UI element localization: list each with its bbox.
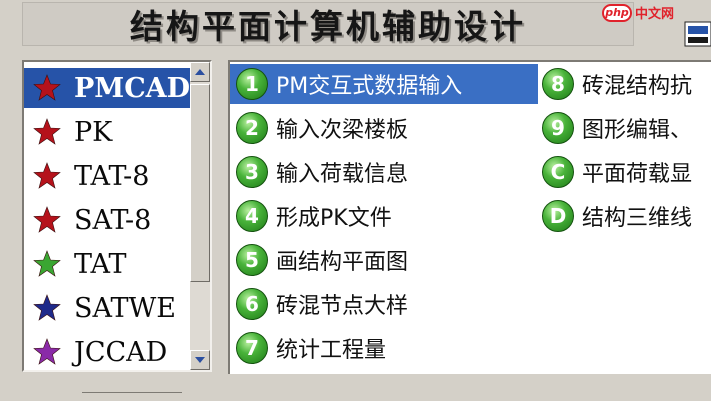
step-badge: 8	[542, 68, 574, 100]
app-window: 结构平面计算机辅助设计 php 中文网 PMCAD PK TAT-8 SAT-8 TAT…	[0, 0, 711, 400]
chevron-up-icon	[195, 69, 205, 75]
function-item-8[interactable]: 8 砖混结构抗	[536, 64, 711, 104]
program-item-tat-8[interactable]: TAT-8	[24, 156, 190, 196]
star-icon	[33, 118, 61, 145]
program-label: JCCAD	[74, 336, 168, 368]
function-item-7[interactable]: 7 统计工程量	[230, 328, 538, 368]
step-badge: 7	[236, 332, 268, 364]
program-label: PMCAD	[74, 72, 191, 104]
step-badge: 2	[236, 112, 268, 144]
program-item-tat[interactable]: TAT	[24, 244, 190, 284]
function-item-6[interactable]: 6 砖混节点大样	[230, 284, 538, 324]
chevron-down-icon	[195, 357, 205, 363]
program-label: TAT	[74, 248, 127, 280]
program-label: PK	[74, 116, 113, 148]
step-badge: C	[542, 156, 574, 188]
program-item-pmcad[interactable]: PMCAD	[24, 68, 190, 108]
star-icon	[33, 206, 61, 233]
watermark-text: 中文网	[635, 7, 675, 22]
star-icon	[33, 250, 61, 277]
function-label: PM交互式数据输入	[276, 74, 463, 99]
star-icon	[33, 294, 61, 321]
program-item-sat-8[interactable]: SAT-8	[24, 200, 190, 240]
program-list-scrollbar[interactable]	[190, 62, 210, 370]
function-label: 砖混节点大样	[276, 294, 409, 319]
function-item-3[interactable]: 3 输入荷载信息	[230, 152, 538, 192]
step-badge: D	[542, 200, 574, 232]
program-label: SAT-8	[74, 204, 152, 236]
function-item-4[interactable]: 4 形成PK文件	[230, 196, 538, 236]
function-item-9[interactable]: 9 图形编辑、	[536, 108, 711, 148]
scroll-up-button[interactable]	[190, 62, 210, 82]
step-badge: 6	[236, 288, 268, 320]
function-item-c[interactable]: C 平面荷载显	[536, 152, 711, 192]
scroll-thumb[interactable]	[190, 84, 210, 282]
function-panel: 1 PM交互式数据输入 2 输入次梁楼板 3 输入荷载信息 4 形成PK文件 5 画结构平面图 6 砖…	[228, 60, 711, 374]
function-item-d[interactable]: D 结构三维线	[536, 196, 711, 236]
function-label: 图形编辑、	[582, 118, 693, 143]
step-badge: 5	[236, 244, 268, 276]
title-bar: 结构平面计算机辅助设计	[22, 2, 634, 46]
star-icon	[33, 338, 61, 365]
function-label: 平面荷载显	[582, 162, 693, 187]
function-label: 输入次梁楼板	[276, 118, 409, 143]
function-item-5[interactable]: 5 画结构平面图	[230, 240, 538, 280]
function-label: 砖混结构抗	[582, 74, 693, 99]
window-title: 结构平面计算机辅助设计	[130, 7, 526, 46]
function-label: 统计工程量	[276, 338, 387, 363]
program-item-satwe[interactable]: SATWE	[24, 288, 190, 328]
program-list: PMCAD PK TAT-8 SAT-8 TAT SATWE JCCAD	[22, 60, 212, 372]
step-badge: 4	[236, 200, 268, 232]
function-label: 结构三维线	[582, 206, 693, 231]
scroll-down-button[interactable]	[190, 350, 210, 370]
step-badge: 1	[236, 68, 268, 100]
program-item-pk[interactable]: PK	[24, 112, 190, 152]
star-icon	[33, 162, 61, 189]
function-label: 输入荷载信息	[276, 162, 409, 187]
function-item-2[interactable]: 2 输入次梁楼板	[230, 108, 538, 148]
step-badge: 3	[236, 156, 268, 188]
star-icon	[33, 74, 61, 101]
site-watermark: php 中文网	[602, 3, 674, 22]
program-item-jccad[interactable]: JCCAD	[24, 332, 190, 372]
watermark-logo: php	[602, 3, 632, 22]
function-label: 形成PK文件	[276, 206, 392, 231]
step-badge: 9	[542, 112, 574, 144]
function-label: 画结构平面图	[276, 250, 409, 275]
app-corner-icon	[684, 21, 711, 47]
program-label: SATWE	[74, 292, 176, 324]
program-label: TAT-8	[74, 160, 150, 192]
function-item-1[interactable]: 1 PM交互式数据输入	[230, 64, 538, 104]
